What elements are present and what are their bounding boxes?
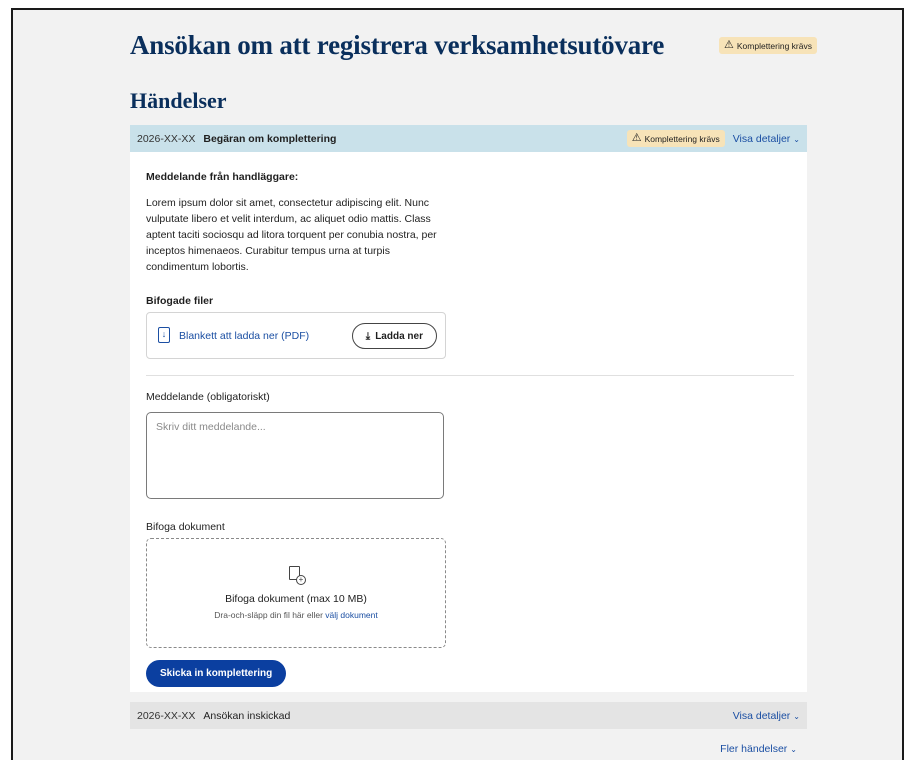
more-events-label: Fler händelser (720, 743, 788, 755)
more-events-link[interactable]: Fler händelser ⌄ (720, 743, 797, 755)
event-actions: Visa detaljer ⌄ (733, 710, 800, 722)
message-field-label: Meddelande (obligatoriskt) (146, 391, 270, 403)
show-details-toggle[interactable]: Visa detaljer ⌄ (733, 710, 800, 722)
officer-message-heading: Meddelande från handläggare: (146, 171, 299, 183)
file-download-icon: ↓ (158, 327, 170, 343)
download-icon: ⤓ (365, 330, 371, 342)
status-badge: ⚠ Komplettering krävs (719, 37, 817, 54)
submit-supplement-button[interactable]: Skicka in komplettering (146, 660, 287, 687)
show-details-label: Visa detaljer (732, 132, 791, 145)
section-divider (146, 375, 794, 376)
app-frame: Ansökan om att registrera verksamhetsutö… (11, 8, 904, 760)
file-link[interactable]: Blankett att ladda ner (PDF) (179, 330, 309, 342)
show-details-label: Visa detaljer (732, 709, 791, 722)
message-input[interactable] (146, 412, 444, 499)
event-details-panel: Meddelande från handläggare: Lorem ipsum… (130, 152, 807, 692)
show-details-toggle[interactable]: Visa detaljer ⌄ (733, 133, 800, 145)
file-add-icon: + (289, 566, 306, 585)
chevron-down-icon: ⌄ (790, 745, 797, 754)
event-date: 2026-XX-XX (137, 709, 196, 722)
dropzone-title: Bifoga dokument (max 10 MB) (225, 593, 367, 605)
event-title: Begäran om komplettering (203, 132, 337, 145)
dropzone-hint: Dra-och-släpp din fil här eller välj dok… (147, 610, 445, 620)
attach-document-label: Bifoga dokument (146, 521, 225, 533)
file-dropzone[interactable]: + Bifoga dokument (max 10 MB) Dra-och-sl… (146, 538, 446, 648)
download-label: Ladda ner (375, 330, 423, 342)
event-row-request[interactable]: 2026-XX-XX Begäran om komplettering ⚠ Ko… (130, 125, 807, 152)
event-actions: ⚠ Komplettering krävs Visa detaljer ⌄ (626, 130, 800, 147)
event-row-submitted[interactable]: 2026-XX-XX Ansökan inskickad Visa detalj… (130, 702, 807, 729)
warning-triangle-icon: ⚠ (631, 132, 642, 144)
page-header: Ansökan om att registrera verksamhetsutö… (130, 30, 817, 70)
event-status-badge-label: Komplettering krävs (644, 133, 720, 144)
page-title: Ansökan om att registrera verksamhetsutö… (130, 30, 665, 60)
officer-message-text: Lorem ipsum dolor sit amet, consectetur … (146, 197, 437, 273)
dropzone-hint-text: Dra-och-släpp din fil här eller (214, 610, 323, 620)
status-badge-label: Komplettering krävs (736, 40, 812, 51)
chevron-down-icon: ⌄ (793, 134, 800, 144)
events-section-title: Händelser (130, 88, 227, 113)
chevron-down-icon: ⌄ (793, 711, 800, 721)
choose-document-link[interactable]: välj dokument (325, 610, 377, 620)
warning-triangle-icon: ⚠ (724, 39, 734, 51)
event-date: 2026-XX-XX (137, 132, 196, 145)
attached-file-card: ↓ Blankett att ladda ner (PDF) ⤓ Ladda n… (146, 312, 446, 359)
attached-files-heading: Bifogade filer (146, 295, 214, 307)
event-title: Ansökan inskickad (203, 709, 291, 722)
event-status-badge: ⚠ Komplettering krävs (626, 130, 725, 147)
download-button[interactable]: ⤓ Ladda ner (351, 323, 437, 349)
